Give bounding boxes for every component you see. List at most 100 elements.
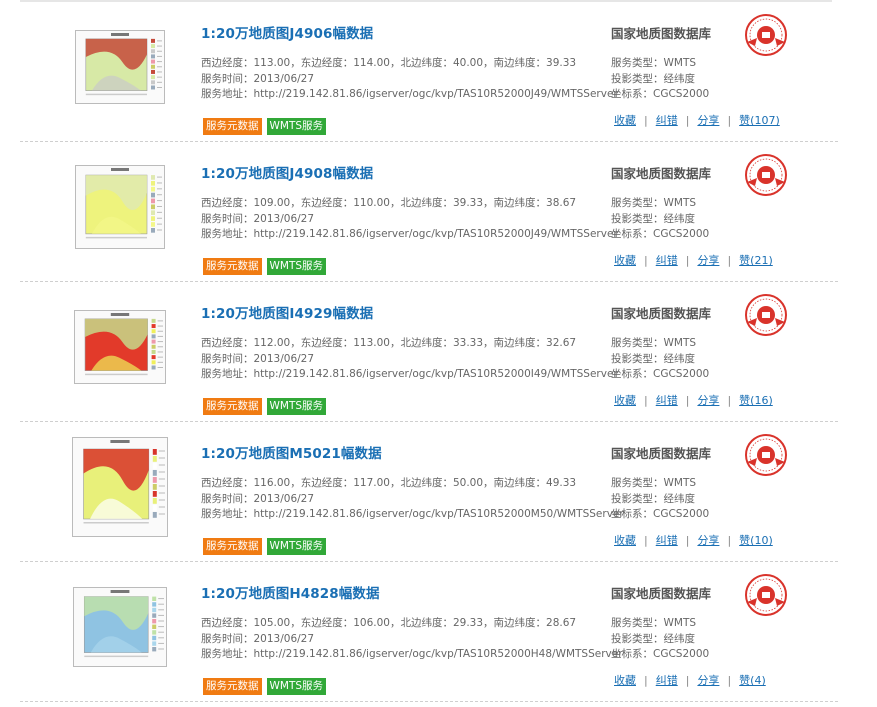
map-thumbnail[interactable] [65,432,175,542]
metadata-tag-button[interactable]: 服务元数据 [203,538,262,555]
crs-text: 坐标系：CGCS2000 [611,508,710,520]
service-info: 服务类型：WMTS 投影类型：经纬度 坐标系：CGCS2000 [611,616,709,663]
projection-text: 投影类型：经纬度 [611,352,695,365]
wmts-tag-button[interactable]: WMTS服务 [266,118,327,135]
report-error-link[interactable]: 纠错 [656,534,678,547]
provider-name: 国家地质图数据库 [611,26,712,41]
favorite-link[interactable]: 收藏 [614,394,636,407]
link-separator: | [644,114,648,127]
service-type-text: 服务类型：WMTS [611,477,697,489]
wmts-tag-button[interactable]: WMTS服务 [266,538,327,555]
seal-icon [745,434,787,476]
bounds-text: 西边经度：116.00，东边经度：117.00，北边纬度：50.00，南边纬度：… [201,477,577,489]
projection-text: 投影类型：经纬度 [611,212,695,225]
link-separator: | [685,674,690,687]
dataset-title-link[interactable]: 1:20万地质图H4828幅数据 [201,582,380,602]
tag-group: 服务元数据 WMTS服务 [203,538,327,555]
map-thumbnail-image [72,437,168,537]
map-thumbnail[interactable] [65,572,175,682]
dataset-meta: 西边经度：112.00，东边经度：113.00，北边纬度：33.33，南边纬度：… [201,336,618,383]
service-url-text: 服务地址：http://219.142.81.86/igserver/ogc/k… [201,508,624,520]
map-thumbnail-image [75,165,165,249]
share-link[interactable]: 分享 [697,394,719,407]
link-separator: | [644,534,648,547]
link-separator: | [727,534,732,547]
service-time-text: 服务时间：2013/06/27 [201,632,315,645]
metadata-tag-button[interactable]: 服务元数据 [203,398,262,415]
like-link[interactable]: 赞(21) [739,254,773,267]
report-error-link[interactable]: 纠错 [656,114,678,127]
report-error-link[interactable]: 纠错 [656,674,678,687]
service-time-text: 服务时间：2013/06/27 [201,72,315,85]
dataset-item: 1:20万地质图J4906幅数据 西边经度：113.00，东边经度：114.00… [20,2,838,142]
dataset-title-link[interactable]: 1:20万地质图M5021幅数据 [201,442,382,462]
tag-group: 服务元数据 WMTS服务 [203,678,327,695]
provider-name: 国家地质图数据库 [611,446,712,461]
map-thumbnail[interactable] [65,292,175,402]
dataset-meta: 西边经度：113.00，东边经度：114.00，北边纬度：40.00，南边纬度：… [201,56,618,103]
bounds-text: 西边经度：112.00，东边经度：113.00，北边纬度：33.33，南边纬度：… [201,337,577,349]
service-time-text: 服务时间：2013/06/27 [201,212,315,225]
dataset-item: 1:20万地质图M5021幅数据 西边经度：116.00，东边经度：117.00… [20,422,838,562]
favorite-link[interactable]: 收藏 [614,534,636,547]
seal-icon [745,154,787,196]
link-separator: | [685,114,690,127]
link-separator: | [685,534,690,547]
dataset-list: 1:20万地质图J4906幅数据 西边经度：113.00，东边经度：114.00… [20,2,838,702]
bounds-text: 西边经度：105.00，东边经度：106.00，北边纬度：29.33，南边纬度：… [201,617,577,629]
dataset-item: 1:20万地质图J4908幅数据 西边经度：109.00，东边经度：110.00… [20,142,838,282]
report-error-link[interactable]: 纠错 [656,254,678,267]
dataset-title-link[interactable]: 1:20万地质图J4906幅数据 [201,22,373,42]
service-url-text: 服务地址：http://219.142.81.86/igserver/ogc/k… [201,648,623,660]
seal-icon [745,14,787,56]
crs-text: 坐标系：CGCS2000 [611,88,710,100]
crs-text: 坐标系：CGCS2000 [611,648,710,660]
action-links: 收藏 | 纠错 | 分享 | 赞(16) [614,392,773,408]
tag-group: 服务元数据 WMTS服务 [203,398,327,415]
action-links: 收藏 | 纠错 | 分享 | 赞(10) [614,532,773,548]
service-info: 服务类型：WMTS 投影类型：经纬度 坐标系：CGCS2000 [611,476,709,523]
metadata-tag-button[interactable]: 服务元数据 [203,118,262,135]
metadata-tag-button[interactable]: 服务元数据 [203,258,262,275]
dataset-title-link[interactable]: 1:20万地质图I4929幅数据 [201,302,373,322]
provider-name: 国家地质图数据库 [611,166,712,181]
share-link[interactable]: 分享 [697,674,719,687]
map-thumbnail[interactable] [65,152,175,262]
like-link[interactable]: 赞(107) [739,114,780,127]
metadata-tag-button[interactable]: 服务元数据 [203,678,262,695]
service-info: 服务类型：WMTS 投影类型：经纬度 坐标系：CGCS2000 [611,196,709,243]
link-separator: | [644,394,648,407]
dataset-meta: 西边经度：109.00，东边经度：110.00，北边纬度：39.33，南边纬度：… [201,196,618,243]
dataset-title-link[interactable]: 1:20万地质图J4908幅数据 [201,162,373,182]
map-thumbnail-image [75,30,165,104]
share-link[interactable]: 分享 [697,254,719,267]
like-link[interactable]: 赞(10) [739,534,773,547]
bounds-text: 西边经度：113.00，东边经度：114.00，北边纬度：40.00，南边纬度：… [201,57,577,69]
wmts-tag-button[interactable]: WMTS服务 [266,258,327,275]
like-link[interactable]: 赞(16) [739,394,773,407]
favorite-link[interactable]: 收藏 [614,114,636,127]
share-link[interactable]: 分享 [697,114,719,127]
favorite-link[interactable]: 收藏 [614,254,636,267]
tag-group: 服务元数据 WMTS服务 [203,258,327,275]
provider-name: 国家地质图数据库 [611,586,712,601]
dataset-item: 1:20万地质图I4929幅数据 西边经度：112.00，东边经度：113.00… [20,282,838,422]
service-info: 服务类型：WMTS 投影类型：经纬度 坐标系：CGCS2000 [611,56,709,103]
like-link[interactable]: 赞(4) [739,674,766,687]
action-links: 收藏 | 纠错 | 分享 | 赞(4) [614,672,766,688]
service-info: 服务类型：WMTS 投影类型：经纬度 坐标系：CGCS2000 [611,336,709,383]
report-error-link[interactable]: 纠错 [656,394,678,407]
favorite-link[interactable]: 收藏 [614,674,636,687]
link-separator: | [685,394,690,407]
service-type-text: 服务类型：WMTS [611,337,697,349]
service-url-text: 服务地址：http://219.142.81.86/igserver/ogc/k… [201,228,618,240]
wmts-tag-button[interactable]: WMTS服务 [266,398,327,415]
wmts-tag-button[interactable]: WMTS服务 [266,678,327,695]
dataset-meta: 西边经度：105.00，东边经度：106.00，北边纬度：29.33，南边纬度：… [201,616,623,663]
link-separator: | [727,254,732,267]
map-thumbnail[interactable] [65,12,175,122]
link-separator: | [644,254,648,267]
service-type-text: 服务类型：WMTS [611,197,697,209]
bounds-text: 西边经度：109.00，东边经度：110.00，北边纬度：39.33，南边纬度：… [201,197,577,209]
share-link[interactable]: 分享 [697,534,719,547]
